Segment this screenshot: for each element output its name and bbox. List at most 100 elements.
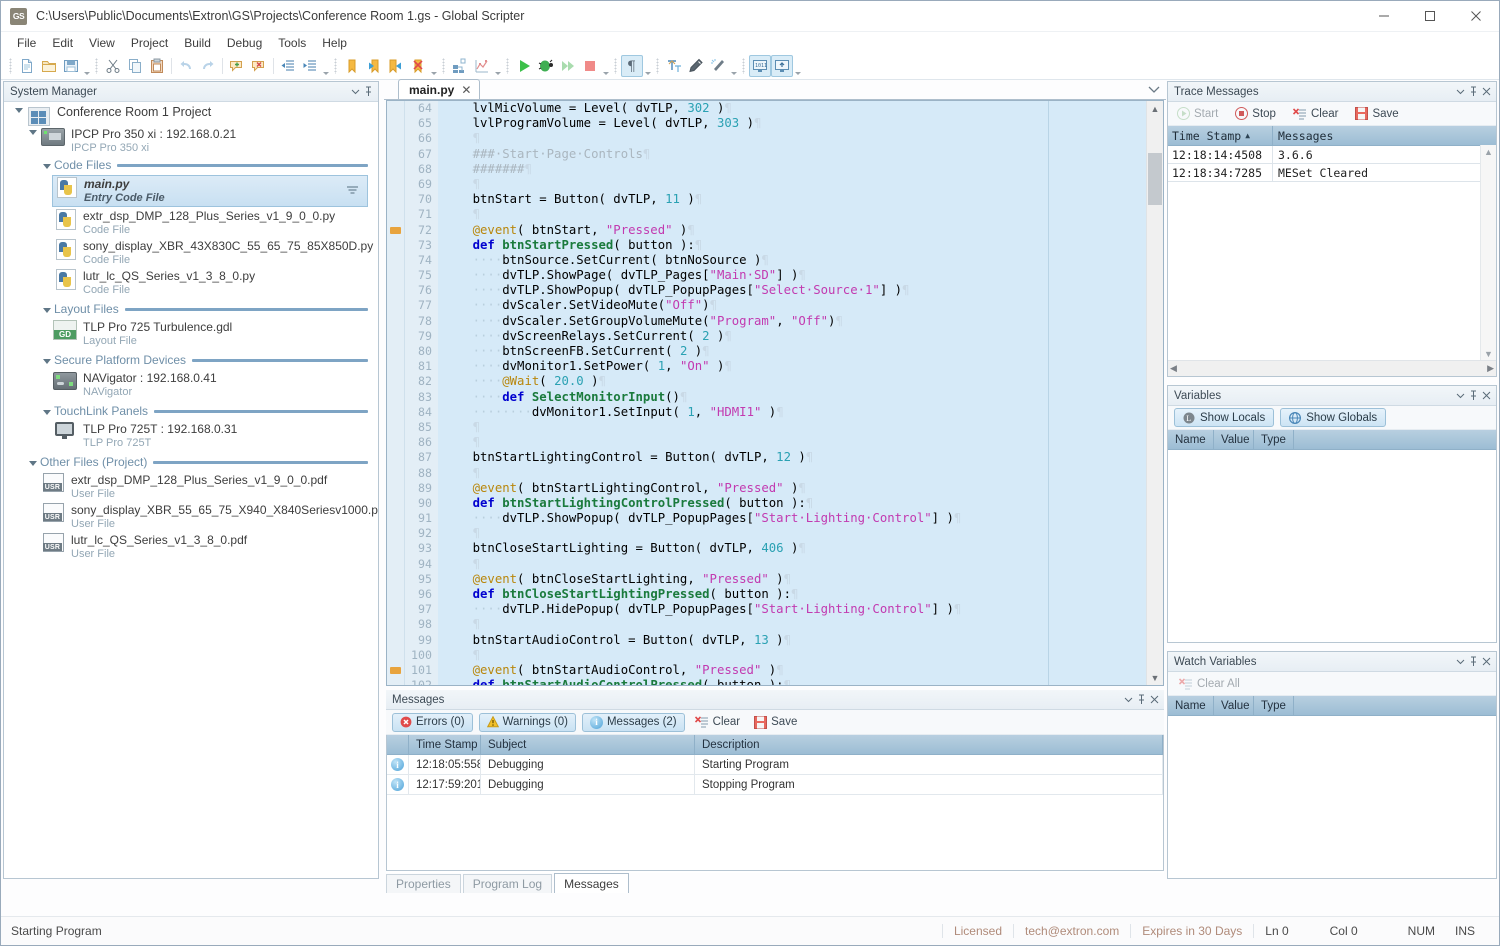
- errors-filter-button[interactable]: Errors (0): [392, 712, 473, 732]
- tree-item-code-file[interactable]: lutr_lc_QS_Series_v1_3_8_0.py Code File: [4, 269, 378, 297]
- tree-item-touchpanel[interactable]: TLP Pro 725T : 192.168.0.31 TLP Pro 725T: [4, 422, 378, 450]
- expander-icon[interactable]: [26, 458, 40, 466]
- breakpoint-marker[interactable]: [390, 667, 401, 675]
- code-line[interactable]: def btnStartLightingControlPressed( butt…: [438, 496, 1163, 511]
- code-line[interactable]: ¶: [438, 648, 1163, 663]
- warnings-filter-button[interactable]: Warnings (0): [478, 712, 576, 732]
- build-icon[interactable]: [449, 55, 471, 77]
- tree-item-main-py[interactable]: main.py Entry Code File: [52, 175, 368, 207]
- expander-icon[interactable]: [12, 105, 26, 113]
- trace-horizontal-scrollbar[interactable]: ◀ ▶: [1168, 360, 1496, 376]
- minimize-button[interactable]: [1361, 1, 1407, 31]
- tree-item-layout-file[interactable]: GD TLP Pro 725 Turbulence.gdl Layout Fil…: [4, 320, 378, 348]
- table-row[interactable]: 12:18:34:7285 MESet Cleared: [1168, 164, 1496, 182]
- subject-column-header[interactable]: Subject: [481, 735, 695, 754]
- code-line[interactable]: ¶: [438, 435, 1163, 450]
- menu-project[interactable]: Project: [123, 34, 176, 52]
- code-line[interactable]: ····dvScaler.SetGroupVolumeMute("Program…: [438, 314, 1163, 329]
- code-line[interactable]: def btnCloseStartLightingPressed( button…: [438, 587, 1163, 602]
- toolbar-grip-4[interactable]: [442, 58, 445, 74]
- code-line[interactable]: ····btnScreenFB.SetCurrent( 2 )¶: [438, 344, 1163, 359]
- expander-icon[interactable]: [40, 305, 54, 313]
- description-column-header[interactable]: Description: [695, 735, 1163, 754]
- undo-icon[interactable]: [175, 55, 197, 77]
- toolbar-grip-7[interactable]: [656, 58, 659, 74]
- wand-icon[interactable]: [707, 55, 729, 77]
- pin-icon[interactable]: [1467, 84, 1480, 100]
- clear-bookmarks-icon[interactable]: [407, 55, 429, 77]
- code-line[interactable]: lvlProgramVolume = Level( dvTLP, 303 )¶: [438, 116, 1163, 131]
- pin-icon[interactable]: [1467, 388, 1480, 404]
- scroll-up-icon[interactable]: ▲: [1147, 101, 1163, 116]
- code-line[interactable]: ····@Wait( 20.0 )¶: [438, 374, 1163, 389]
- save-icon[interactable]: [60, 55, 82, 77]
- expander-icon[interactable]: [40, 407, 54, 415]
- toolbar-dropdown-5[interactable]: [601, 53, 610, 79]
- toolbar-grip[interactable]: [9, 58, 12, 74]
- new-file-icon[interactable]: [16, 55, 38, 77]
- code-line[interactable]: ····dvScreenRelays.SetCurrent( 2 )¶: [438, 329, 1163, 344]
- tree-item-code-file[interactable]: extr_dsp_DMP_128_Plus_Series_v1_9_0_0.py…: [4, 209, 378, 237]
- trace-vertical-scrollbar[interactable]: ▲ ▼: [1480, 145, 1496, 361]
- bookmark-icon[interactable]: [341, 55, 363, 77]
- tree-group-layout-files[interactable]: Layout Files: [4, 300, 378, 318]
- device-upload-icon[interactable]: [771, 55, 793, 77]
- time-stamp-column-header[interactable]: Time Stamp: [409, 735, 481, 754]
- toolbar-grip-8[interactable]: [742, 58, 745, 74]
- code-line[interactable]: ¶: [438, 617, 1163, 632]
- increase-indent-icon[interactable]: [299, 55, 321, 77]
- scroll-down-icon[interactable]: ▼: [1481, 349, 1496, 359]
- file-menu-icon[interactable]: [346, 184, 367, 198]
- code-line[interactable]: ¶: [438, 557, 1163, 572]
- code-line[interactable]: def btnStartAudioControlPressed( button …: [438, 678, 1163, 685]
- menu-edit[interactable]: Edit: [44, 34, 81, 52]
- code-line[interactable]: ¶: [438, 466, 1163, 481]
- pin-icon[interactable]: [1135, 692, 1148, 708]
- code-line[interactable]: @event( btnStartAudioControl, "Pressed" …: [438, 663, 1163, 678]
- close-icon[interactable]: [1480, 654, 1493, 670]
- chevron-down-icon[interactable]: [1454, 654, 1467, 670]
- code-line[interactable]: ····dvTLP.ShowPopup( dvTLP_PopupPages["S…: [438, 283, 1163, 298]
- chart-icon[interactable]: [471, 55, 493, 77]
- toolbar-dropdown-6[interactable]: [643, 53, 652, 79]
- type-column-header[interactable]: Type: [1254, 696, 1294, 715]
- toolbar-grip-6[interactable]: [614, 58, 617, 74]
- code-line[interactable]: ¶: [438, 207, 1163, 222]
- toolbar-grip-3[interactable]: [334, 58, 337, 74]
- pencil-icon[interactable]: [685, 55, 707, 77]
- trace-start-button[interactable]: Start: [1173, 107, 1222, 120]
- value-column-header[interactable]: Value: [1214, 430, 1254, 449]
- tree-group-touchlink-panels[interactable]: TouchLink Panels: [4, 402, 378, 420]
- menu-file[interactable]: File: [9, 34, 44, 52]
- messages-filter-button[interactable]: i Messages (2): [581, 712, 685, 732]
- chevron-down-icon[interactable]: [1122, 692, 1135, 708]
- expander-icon[interactable]: [26, 127, 40, 135]
- code-editor[interactable]: 64 65 66 67 68 69 70 71 72 73 74 75 76 77 78 79 80 81 82 83…: [386, 100, 1164, 686]
- tree-item-user-file[interactable]: USR lutr_lc_QS_Series_v1_3_8_0.pdf User …: [4, 533, 378, 561]
- code-line[interactable]: ····dvTLP.HidePopup( dvTLP_PopupPages["S…: [438, 602, 1163, 617]
- code-line[interactable]: ····btnSource.SetCurrent( btnNoSource )¶: [438, 253, 1163, 268]
- close-icon[interactable]: [1480, 388, 1493, 404]
- decrease-indent-icon[interactable]: [277, 55, 299, 77]
- tab-overflow-chevron-down-icon[interactable]: [1148, 83, 1166, 97]
- monitor-trace-icon[interactable]: 1011: [749, 55, 771, 77]
- stop-icon[interactable]: [579, 55, 601, 77]
- watch-clear-all-button[interactable]: Clear All: [1175, 678, 1244, 690]
- code-line[interactable]: lvlMicVolume = Level( dvTLP, 302 )¶: [438, 101, 1163, 116]
- toolbar-grip-5[interactable]: [506, 58, 509, 74]
- chevron-down-icon[interactable]: [349, 84, 362, 100]
- scroll-right-icon[interactable]: ▶: [1487, 363, 1494, 374]
- tree-group-secure-platform-devices[interactable]: Secure Platform Devices: [4, 351, 378, 369]
- show-locals-button[interactable]: L Show Locals: [1174, 408, 1275, 427]
- tree-group-code-files[interactable]: Code Files: [4, 156, 378, 174]
- toolbar-dropdown-7[interactable]: [729, 53, 738, 79]
- code-line[interactable]: ¶: [438, 526, 1163, 541]
- close-icon[interactable]: ✕: [461, 83, 471, 97]
- menu-debug[interactable]: Debug: [219, 34, 270, 52]
- tree-item-user-file[interactable]: USR extr_dsp_DMP_128_Plus_Series_v1_9_0_…: [4, 473, 378, 501]
- time-stamp-column-header[interactable]: Time Stamp ▲: [1168, 126, 1273, 145]
- expander-icon[interactable]: [40, 356, 54, 364]
- tree-item-project[interactable]: Conference Room 1 Project: [4, 105, 378, 126]
- comment-icon[interactable]: [226, 55, 248, 77]
- toolbar-dropdown-4[interactable]: [493, 53, 502, 79]
